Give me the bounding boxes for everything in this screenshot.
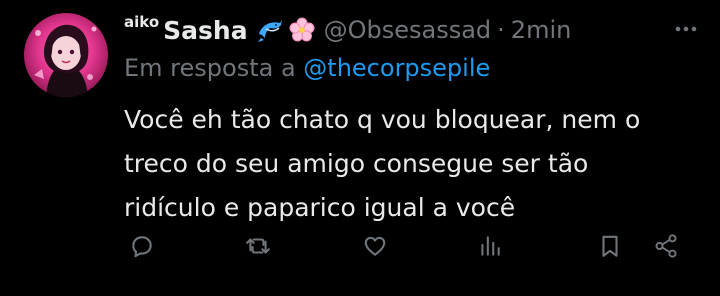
reply-prefix: Em resposta a [124,54,296,82]
separator-dot: · [497,16,505,44]
display-name[interactable]: Sasha [163,16,247,45]
views-button[interactable] [470,226,510,266]
reply-button[interactable] [122,226,162,266]
share-button[interactable] [646,226,686,266]
tweet[interactable]: aiko Sasha @Obsesassad · 2min Em respost… [0,0,720,296]
dolphin-icon [256,16,284,44]
tweet-text-line: Você eh tão chato q vou bloquear, nem o [124,105,641,134]
handle[interactable]: @Obsesassad [324,16,492,44]
more-icon[interactable] [668,14,704,44]
action-bar [0,226,720,266]
share-icon [655,234,677,258]
tweet-text-line: ridículo e paparico igual a você [124,193,516,222]
reply-mention-link[interactable]: @thecorpsepile [303,54,490,82]
timestamp[interactable]: 2min [511,16,572,44]
bookmark-icon [602,235,618,257]
retweet-button[interactable] [238,226,278,266]
retweet-icon [246,238,270,254]
bookmark-button[interactable] [590,226,630,266]
reply-context: Em resposta a @thecorpsepile [124,54,490,82]
blossom-icon [288,16,316,44]
like-button[interactable] [355,226,395,266]
tweet-text: Você eh tão chato q vou bloquear, nem o … [124,98,704,230]
heart-icon [364,236,386,256]
name-prefix[interactable]: aiko [124,13,159,31]
tweet-text-line: treco do seu amigo consegue ser tão [124,149,589,178]
views-icon [481,236,500,256]
reply-icon [132,236,152,258]
tweet-header: aiko Sasha @Obsesassad · 2min [124,10,571,50]
avatar[interactable] [24,13,108,97]
